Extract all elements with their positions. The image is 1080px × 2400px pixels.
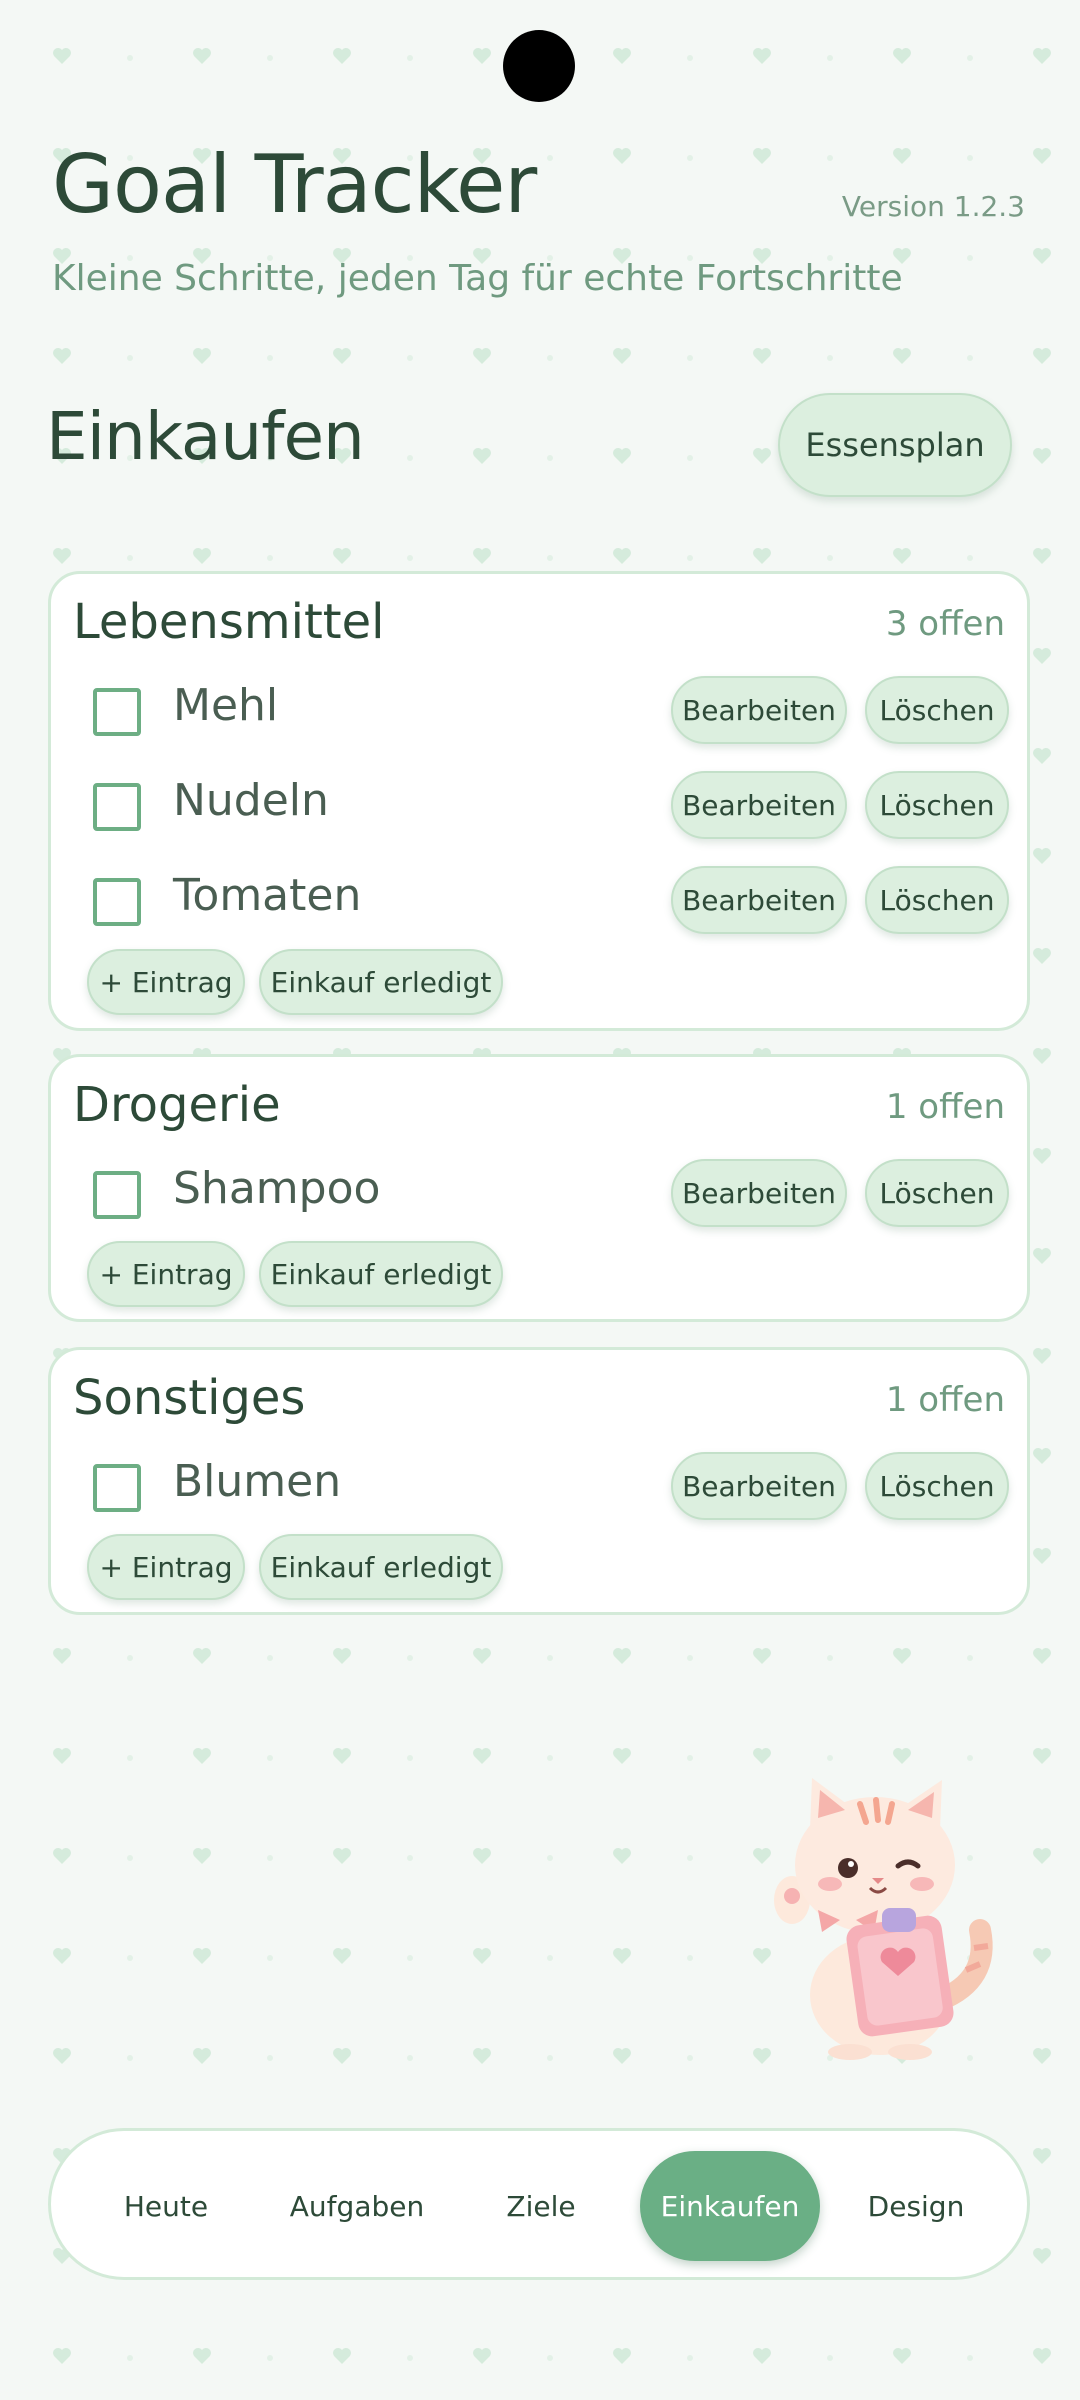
- nav-item-ziele[interactable]: Ziele: [471, 2151, 611, 2261]
- edit-button[interactable]: Bearbeiten: [671, 1159, 847, 1227]
- delete-button[interactable]: Löschen: [865, 676, 1009, 744]
- list-item: Nudeln Bearbeiten Löschen: [51, 771, 1027, 843]
- category-title: Drogerie: [73, 1077, 281, 1133]
- open-count: 3 offen: [885, 604, 1005, 644]
- item-checkbox[interactable]: [93, 1171, 141, 1219]
- meal-plan-button[interactable]: Essensplan: [778, 393, 1012, 497]
- purchase-done-button[interactable]: Einkauf erledigt: [259, 1241, 503, 1307]
- open-count: 1 offen: [885, 1380, 1005, 1420]
- edit-button[interactable]: Bearbeiten: [671, 1452, 847, 1520]
- camera-cutout: [503, 30, 575, 102]
- item-checkbox[interactable]: [93, 878, 141, 926]
- category-card-drogerie: Drogerie 1 offen Shampoo Bearbeiten Lösc…: [48, 1054, 1030, 1322]
- app-title: Goal Tracker: [52, 138, 537, 231]
- item-checkbox[interactable]: [93, 1464, 141, 1512]
- item-label: Tomaten: [173, 870, 362, 921]
- delete-button[interactable]: Löschen: [865, 1452, 1009, 1520]
- list-item: Tomaten Bearbeiten Löschen: [51, 866, 1027, 938]
- item-label: Nudeln: [173, 775, 329, 826]
- page-title: Einkaufen: [46, 398, 365, 475]
- bottom-navigation: Heute Aufgaben Ziele Einkaufen Design: [48, 2128, 1030, 2280]
- item-label: Shampoo: [173, 1163, 381, 1214]
- list-item: Mehl Bearbeiten Löschen: [51, 676, 1027, 748]
- cat-mascot-icon: [774, 1778, 993, 2060]
- version-label: Version 1.2.3: [841, 190, 1025, 223]
- item-checkbox[interactable]: [93, 783, 141, 831]
- edit-button[interactable]: Bearbeiten: [671, 771, 847, 839]
- delete-button[interactable]: Löschen: [865, 1159, 1009, 1227]
- nav-item-aufgaben[interactable]: Aufgaben: [267, 2151, 447, 2261]
- add-entry-button[interactable]: + Eintrag: [87, 949, 245, 1015]
- edit-button[interactable]: Bearbeiten: [671, 866, 847, 934]
- item-checkbox[interactable]: [93, 688, 141, 736]
- category-card-lebensmittel: Lebensmittel 3 offen Mehl Bearbeiten Lös…: [48, 571, 1030, 1031]
- item-label: Blumen: [173, 1456, 342, 1507]
- item-label: Mehl: [173, 680, 279, 731]
- delete-button[interactable]: Löschen: [865, 771, 1009, 839]
- list-item: Blumen Bearbeiten Löschen: [51, 1452, 1027, 1524]
- nav-item-design[interactable]: Design: [841, 2151, 991, 2261]
- open-count: 1 offen: [885, 1087, 1005, 1127]
- category-card-sonstiges: Sonstiges 1 offen Blumen Bearbeiten Lösc…: [48, 1347, 1030, 1615]
- delete-button[interactable]: Löschen: [865, 866, 1009, 934]
- nav-item-heute[interactable]: Heute: [91, 2151, 241, 2261]
- category-title: Sonstiges: [73, 1370, 306, 1426]
- add-entry-button[interactable]: + Eintrag: [87, 1241, 245, 1307]
- purchase-done-button[interactable]: Einkauf erledigt: [259, 1534, 503, 1600]
- nav-item-einkaufen[interactable]: Einkaufen: [640, 2151, 820, 2261]
- add-entry-button[interactable]: + Eintrag: [87, 1534, 245, 1600]
- purchase-done-button[interactable]: Einkauf erledigt: [259, 949, 503, 1015]
- edit-button[interactable]: Bearbeiten: [671, 676, 847, 744]
- app-subtitle: Kleine Schritte, jeden Tag für echte For…: [52, 258, 903, 299]
- category-title: Lebensmittel: [73, 594, 385, 650]
- list-item: Shampoo Bearbeiten Löschen: [51, 1159, 1027, 1231]
